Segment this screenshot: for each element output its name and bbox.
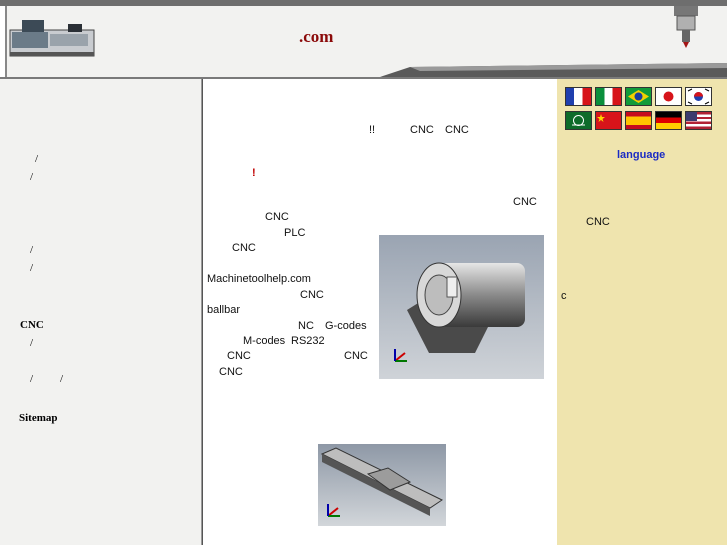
site-name-text: Machinetoolhelp.com xyxy=(207,273,311,285)
body-text: PLC xyxy=(284,227,306,239)
intro-cnc: CNC xyxy=(445,124,469,136)
brazil-flag-icon[interactable] xyxy=(625,87,652,106)
body-text: CNC xyxy=(219,366,243,378)
france-flag-icon[interactable] xyxy=(565,87,592,106)
left-sidebar: / / / / CNC / / / Sitemap xyxy=(0,79,202,545)
body-text: G-codes xyxy=(325,320,367,332)
body-text: CNC xyxy=(227,350,251,362)
spindle-icon xyxy=(674,6,698,48)
body-text: RS232 xyxy=(291,335,325,347)
nav-item[interactable]: / xyxy=(60,373,63,385)
body-text: CNC xyxy=(344,350,368,362)
main-content: !! CNC CNC ! CNC CNC PLC CNC Machinetool… xyxy=(202,79,558,545)
germany-flag-icon[interactable] xyxy=(655,111,682,130)
linear-rail-image[interactable] xyxy=(318,444,446,526)
body-text: CNC xyxy=(232,242,256,254)
saudi-flag-icon[interactable] xyxy=(565,111,592,130)
body-text: CNC xyxy=(513,196,537,208)
site-title[interactable]: .com xyxy=(299,27,333,47)
usa-flag-icon[interactable] xyxy=(685,111,712,130)
machine-rail-image xyxy=(380,63,727,77)
body-text: M-codes xyxy=(243,335,286,347)
body-text: CNC xyxy=(265,211,289,223)
japan-flag-icon[interactable] xyxy=(655,87,682,106)
body-text: NC xyxy=(298,320,314,332)
spain-flag-icon[interactable] xyxy=(625,111,652,130)
body-text: CNC xyxy=(300,289,324,301)
nav-item[interactable]: / xyxy=(30,171,33,183)
nav-item-sitemap[interactable]: Sitemap xyxy=(19,412,58,424)
intro-exclaim: !! xyxy=(369,124,376,136)
nav-item[interactable]: / xyxy=(30,262,33,274)
highlight-mark: ! xyxy=(252,167,256,179)
cnc-machine-logo[interactable] xyxy=(8,14,96,60)
language-link[interactable]: language xyxy=(617,149,665,161)
nav-item[interactable]: / xyxy=(30,373,33,385)
china-flag-icon[interactable] xyxy=(595,111,622,130)
korea-flag-icon[interactable] xyxy=(685,87,712,106)
right-text: c xyxy=(561,290,567,302)
nav-item[interactable]: / xyxy=(35,153,38,165)
intro-cnc: CNC xyxy=(410,124,434,136)
right-text: CNC xyxy=(586,216,610,228)
nav-item[interactable]: / xyxy=(30,244,33,256)
nav-item[interactable]: / xyxy=(30,337,33,349)
body-text: ballbar xyxy=(207,304,241,316)
rotary-table-image[interactable] xyxy=(379,235,544,379)
italy-flag-icon[interactable] xyxy=(595,87,622,106)
nav-item-cnc[interactable]: CNC xyxy=(20,319,44,331)
